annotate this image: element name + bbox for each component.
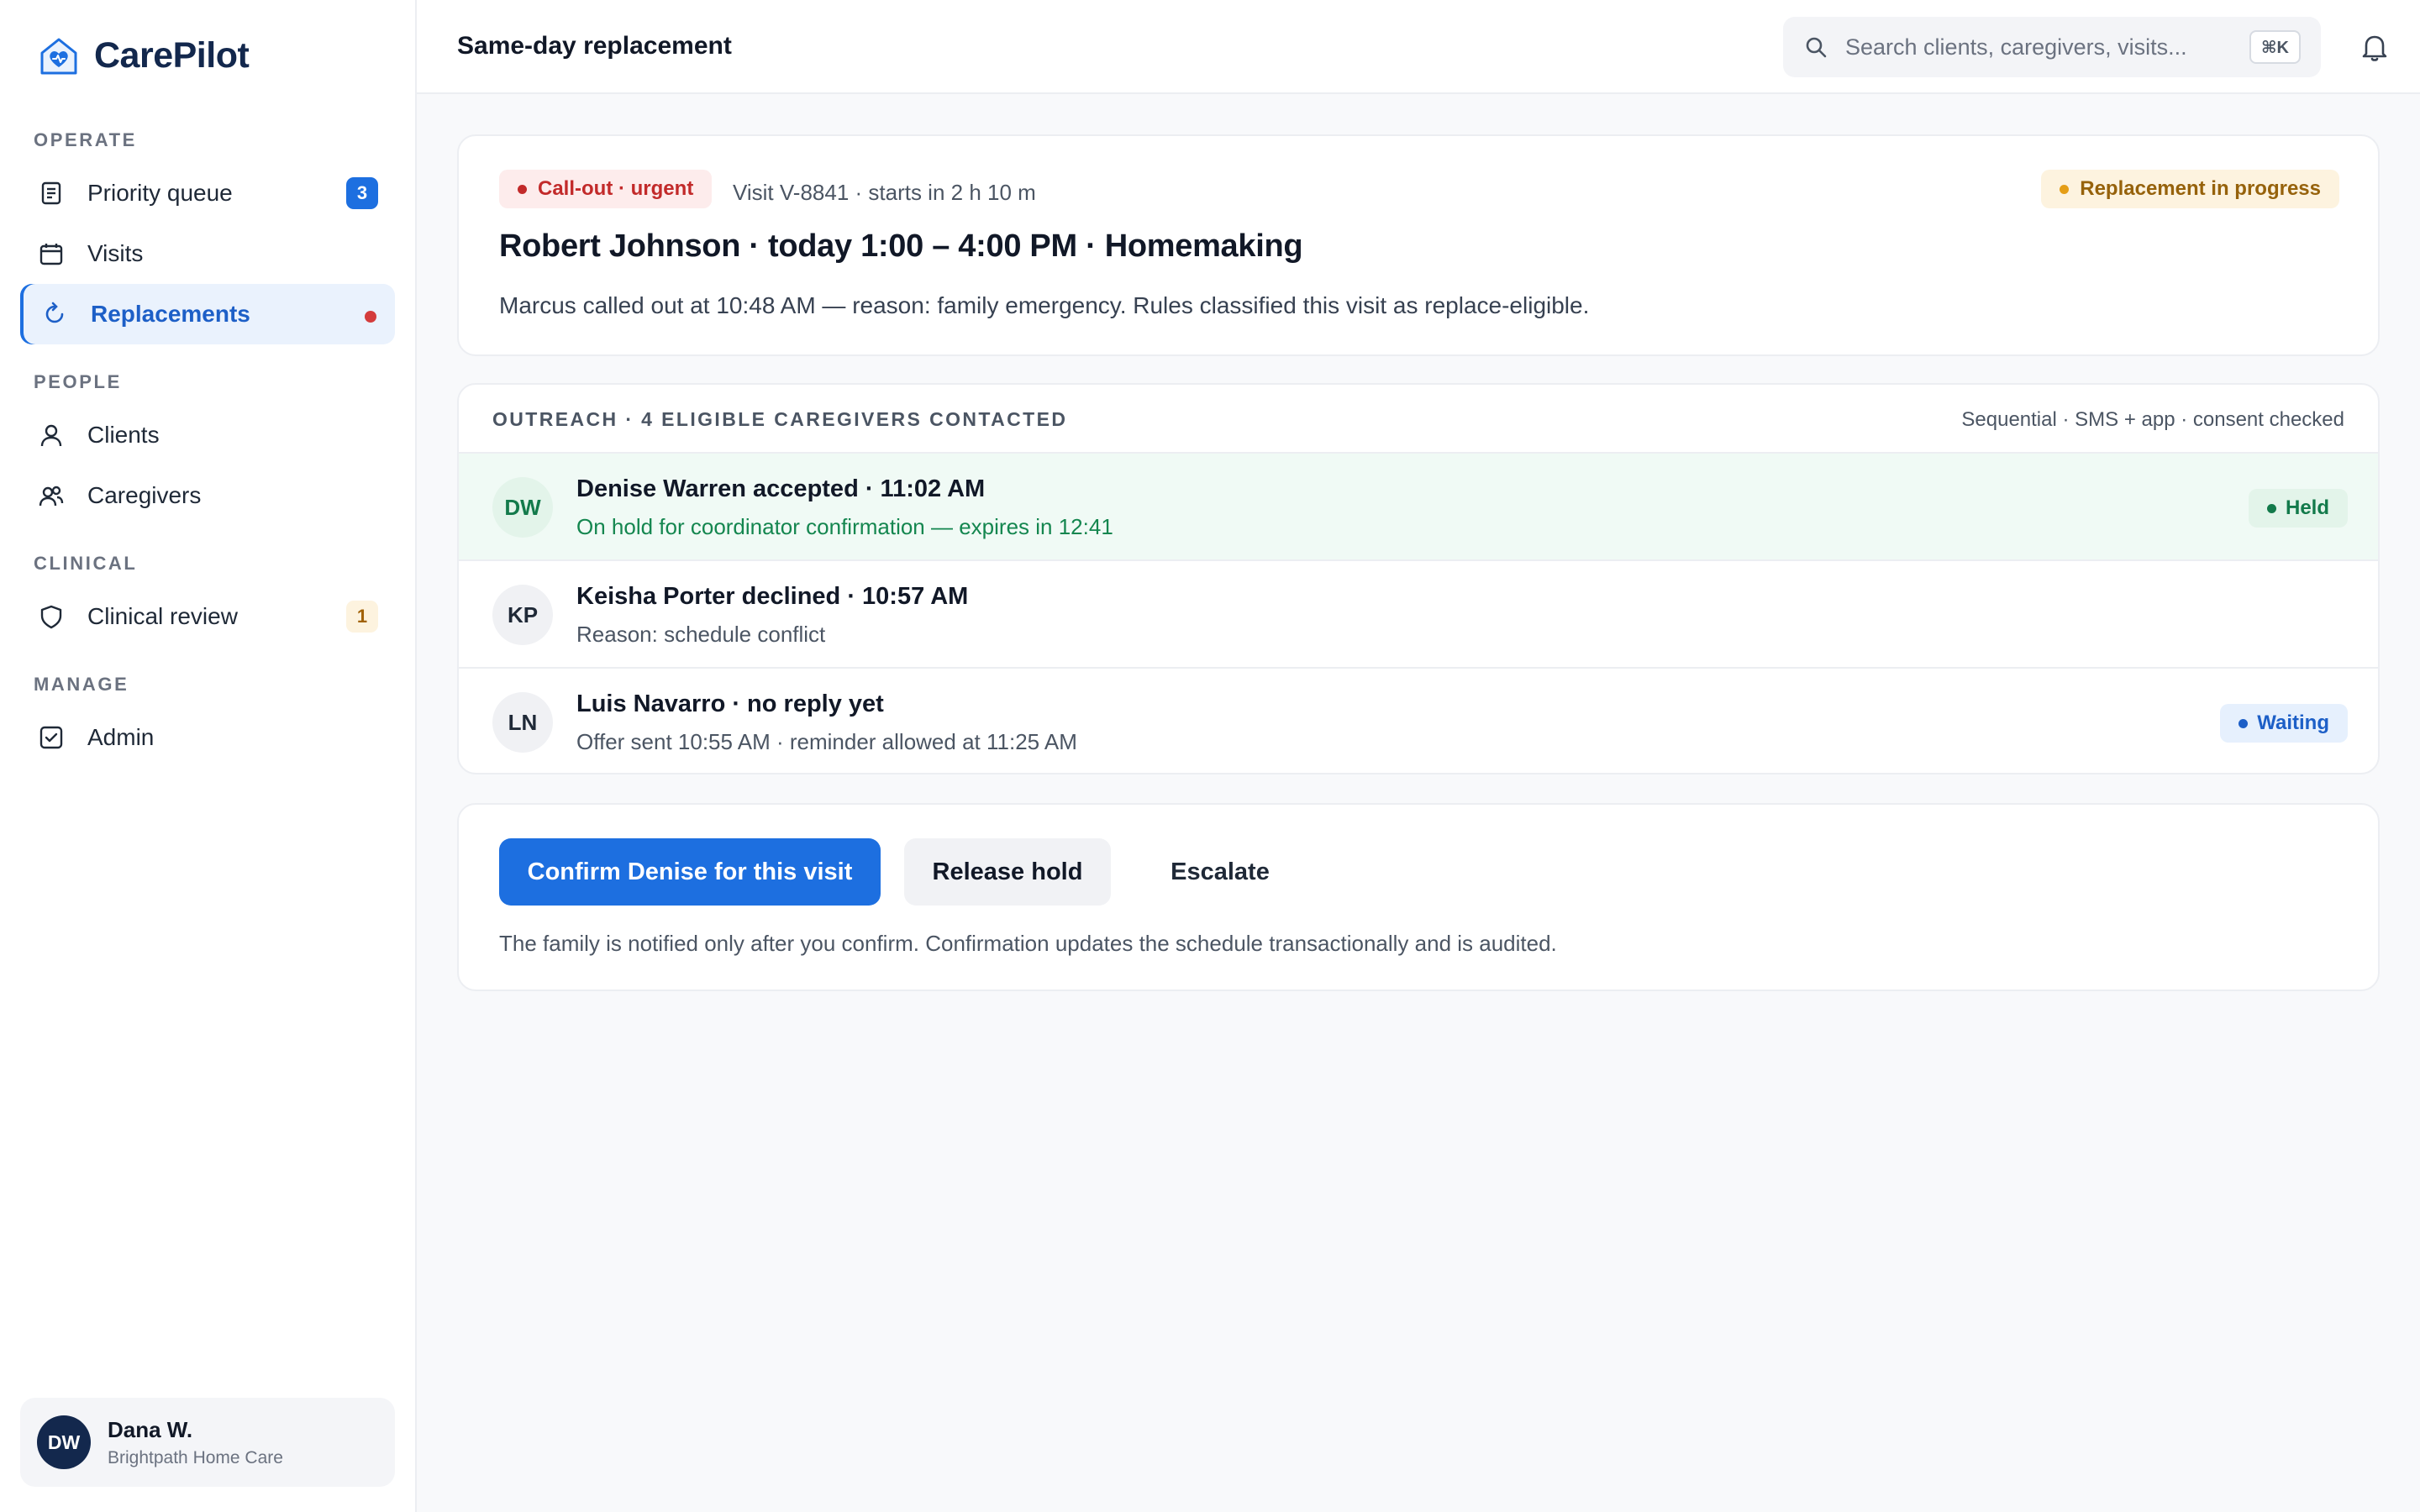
visit-meta: Visit V-8841 · starts in 2 h 10 m bbox=[733, 180, 1036, 205]
sidebar-item-admin[interactable]: Admin bbox=[20, 707, 395, 768]
checkbox-icon bbox=[37, 723, 66, 752]
outreach-row-subtitle: Reason: schedule conflict bbox=[576, 622, 826, 647]
sidebar-item-label: Clients bbox=[87, 422, 160, 448]
sidebar-item-visits[interactable]: Visits bbox=[20, 223, 395, 284]
outreach-row-title: Luis Navarro · no reply yet bbox=[576, 690, 884, 717]
sidebar: CarePilot OPERATE Priority queue 3 Visit… bbox=[0, 0, 417, 1512]
people-icon bbox=[37, 481, 66, 510]
avatar: KP bbox=[492, 585, 553, 645]
user-name: Dana W. bbox=[108, 1416, 193, 1442]
avatar: DW bbox=[37, 1415, 91, 1469]
outreach-method: Sequential · SMS + app · consent checked bbox=[1961, 408, 2344, 431]
sidebar-item-label: Priority queue bbox=[87, 180, 233, 206]
search-input[interactable] bbox=[1845, 34, 2240, 60]
priority-queue-count-badge: 3 bbox=[346, 177, 378, 209]
outreach-row-denise-warren[interactable]: DW Denise Warren accepted · 11:02 AM On … bbox=[459, 452, 2378, 559]
outreach-row-keisha-porter[interactable]: KP Keisha Porter declined · 10:57 AM Rea… bbox=[459, 559, 2378, 667]
carepilot-logo-icon bbox=[40, 38, 77, 74]
refresh-icon bbox=[40, 300, 69, 328]
status-badge: Held bbox=[2248, 489, 2348, 528]
urgency-badge: Call-out · urgent bbox=[499, 170, 713, 208]
search-icon bbox=[1806, 37, 1827, 58]
brand-name: CarePilot bbox=[94, 35, 250, 76]
notification-bell-icon[interactable] bbox=[2358, 30, 2391, 64]
visit-title: Robert Johnson · today 1:00 – 4:00 PM · … bbox=[499, 228, 1303, 264]
status-badge: Waiting bbox=[2220, 704, 2348, 743]
sidebar-item-label: Replacements bbox=[91, 301, 250, 327]
outreach-row-luis-navarro[interactable]: LN Luis Navarro · no reply yet Offer sen… bbox=[459, 667, 2378, 773]
outreach-row-title: Denise Warren accepted · 11:02 AM bbox=[576, 475, 986, 502]
replacement-status-badge: Replacement in progress bbox=[2041, 170, 2339, 208]
visit-summary-card: Call-out · urgent Visit V-8841 · starts … bbox=[457, 134, 2380, 356]
page-title: Same-day replacement bbox=[457, 32, 732, 60]
nav-section-clinical: CLINICAL bbox=[34, 553, 138, 574]
release-hold-button[interactable]: Release hold bbox=[904, 838, 1111, 906]
shield-icon bbox=[37, 602, 66, 631]
search-box[interactable]: ⌘K bbox=[1783, 17, 2321, 77]
outreach-row-title: Keisha Porter declined · 10:57 AM bbox=[576, 583, 969, 610]
sidebar-item-clinical-review[interactable]: Clinical review 1 bbox=[20, 586, 395, 647]
visit-description: Marcus called out at 10:48 AM — reason: … bbox=[499, 292, 1590, 318]
sidebar-item-priority-queue[interactable]: Priority queue 3 bbox=[20, 163, 395, 223]
user-organization: Brightpath Home Care bbox=[108, 1447, 283, 1467]
avatar: LN bbox=[492, 692, 553, 753]
avatar: DW bbox=[492, 477, 553, 538]
nav-section-manage: MANAGE bbox=[34, 674, 129, 695]
sidebar-item-caregivers[interactable]: Caregivers bbox=[20, 465, 395, 526]
sidebar-item-label: Clinical review bbox=[87, 603, 238, 629]
nav-section-people: PEOPLE bbox=[34, 371, 122, 392]
sidebar-item-label: Visits bbox=[87, 240, 144, 266]
brand[interactable]: CarePilot bbox=[39, 35, 250, 76]
confirm-caregiver-button[interactable]: Confirm Denise for this visit bbox=[499, 838, 881, 906]
actions-card: Confirm Denise for this visit Release ho… bbox=[457, 803, 2380, 991]
sidebar-item-clients[interactable]: Clients bbox=[20, 405, 395, 465]
replacements-alert-dot bbox=[365, 311, 376, 323]
sidebar-item-replacements[interactable]: Replacements bbox=[20, 284, 395, 344]
top-bar: Same-day replacement ⌘K bbox=[417, 0, 2420, 94]
clinical-review-count-badge: 1 bbox=[346, 601, 378, 633]
nav-section-operate: OPERATE bbox=[34, 129, 137, 150]
document-list-icon bbox=[37, 179, 66, 207]
confirmation-note: The family is notified only after you co… bbox=[499, 931, 1557, 956]
person-icon bbox=[37, 421, 66, 449]
sidebar-item-label: Admin bbox=[87, 724, 155, 750]
escalate-button[interactable]: Escalate bbox=[1134, 838, 1306, 906]
search-shortcut-hint: ⌘K bbox=[2249, 30, 2301, 64]
outreach-card: OUTREACH · 4 ELIGIBLE CAREGIVERS CONTACT… bbox=[457, 383, 2380, 774]
calendar-icon bbox=[37, 239, 66, 268]
sidebar-item-label: Caregivers bbox=[87, 482, 202, 508]
outreach-heading: OUTREACH · 4 ELIGIBLE CAREGIVERS CONTACT… bbox=[492, 408, 1068, 430]
outreach-row-subtitle: Offer sent 10:55 AM · reminder allowed a… bbox=[576, 729, 1077, 754]
outreach-row-subtitle: On hold for coordinator confirmation — e… bbox=[576, 514, 1113, 539]
user-profile-card[interactable]: DW Dana W. Brightpath Home Care bbox=[20, 1398, 395, 1487]
